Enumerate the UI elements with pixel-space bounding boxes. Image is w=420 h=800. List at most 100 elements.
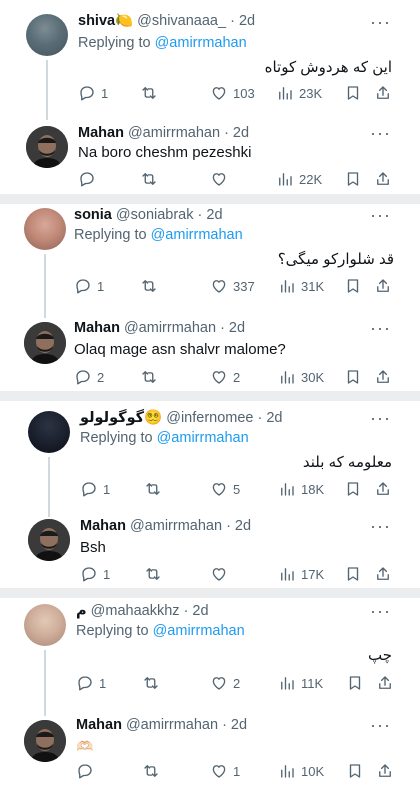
user-name[interactable]: Mahan [80, 518, 126, 534]
more-icon[interactable]: ··· [370, 602, 391, 620]
reply-tweet[interactable]: sonia @soniabrak · 2d ··· Replying to @a… [0, 204, 420, 304]
retweet-button[interactable] [140, 82, 158, 104]
reply-button[interactable]: 1 [80, 478, 110, 500]
views-button[interactable]: 11K [278, 672, 323, 694]
retweet-button[interactable] [140, 275, 158, 297]
bookmark-button[interactable] [344, 366, 362, 388]
user-handle[interactable]: @infernomee [166, 410, 253, 426]
reply-button[interactable] [78, 168, 96, 190]
response-tweet[interactable]: Mahan @amirrmahan · 2d ··· Na boro chesh… [0, 118, 420, 198]
more-icon[interactable]: ··· [370, 13, 391, 31]
reply-button[interactable]: 1 [76, 672, 106, 694]
response-tweet[interactable]: Mahan @amirrmahan · 2d ··· Olaq mage asn… [0, 316, 420, 396]
views-button[interactable]: 31K [278, 275, 324, 297]
response-tweet[interactable]: Mahan @amirrmahan · 2d ··· 🫶🏻 1 10K [0, 714, 420, 800]
bookmark-button[interactable] [346, 672, 364, 694]
avatar[interactable] [28, 411, 70, 453]
like-button[interactable]: 103 [210, 82, 255, 104]
timestamp[interactable]: · 2d [226, 518, 251, 534]
reply-tweet[interactable]: shiva🍋 @shivanaaa_ · 2d ··· Replying to … [0, 0, 420, 104]
share-button[interactable] [374, 82, 392, 104]
user-handle[interactable]: @shivanaaa_ [137, 13, 226, 29]
avatar[interactable] [24, 208, 66, 250]
reply-button[interactable]: 1 [78, 82, 108, 104]
bookmark-button[interactable] [346, 760, 364, 782]
avatar[interactable] [28, 519, 70, 561]
user-name[interactable]: م [76, 603, 87, 619]
more-icon[interactable]: ··· [370, 124, 391, 142]
reply-tweet[interactable]: م @mahaakkhz · 2d ··· Replying to @amirr… [0, 598, 420, 700]
user-handle[interactable]: @amirrmahan [124, 320, 216, 336]
user-handle[interactable]: @amirrmahan [130, 518, 222, 534]
like-button[interactable]: 1 [210, 760, 240, 782]
more-icon[interactable]: ··· [370, 716, 391, 734]
avatar[interactable] [26, 126, 68, 168]
timestamp[interactable]: · 2d [220, 320, 245, 336]
views-button[interactable]: 30K [278, 366, 324, 388]
replying-to-link[interactable]: @amirrmahan [151, 227, 243, 243]
timestamp[interactable]: · 2d [198, 207, 223, 223]
replying-to-link[interactable]: @amirrmahan [157, 430, 249, 446]
more-icon[interactable]: ··· [370, 319, 391, 337]
user-name[interactable]: sonia [74, 207, 112, 223]
response-tweet[interactable]: Mahan @amirrmahan · 2d ··· Bsh 1 17K [0, 513, 420, 591]
like-button[interactable]: 2 [210, 366, 240, 388]
replying-to-link[interactable]: @amirrmahan [155, 35, 247, 51]
user-name[interactable]: shiva🍋 [78, 13, 133, 29]
user-handle[interactable]: @amirrmahan [126, 717, 218, 733]
user-name[interactable]: Mahan [74, 320, 120, 336]
bookmark-button[interactable] [344, 275, 362, 297]
user-name[interactable]: Mahan [78, 125, 124, 141]
timestamp[interactable]: · 2d [224, 125, 249, 141]
user-handle[interactable]: @soniabrak [116, 207, 194, 223]
views-button[interactable]: 23K [276, 82, 322, 104]
share-button[interactable] [374, 168, 392, 190]
bookmark-button[interactable] [344, 82, 362, 104]
reply-button[interactable]: 2 [74, 366, 104, 388]
retweet-button[interactable] [144, 478, 162, 500]
reply-tweet[interactable]: گوگولولو😵‍💫 @infernomee · 2d ··· Replyin… [0, 401, 420, 501]
timestamp[interactable]: · 2d [184, 603, 209, 619]
more-icon[interactable]: ··· [370, 517, 391, 535]
retweet-button[interactable] [142, 672, 160, 694]
timestamp[interactable]: · 2d [230, 13, 255, 29]
reply-button[interactable]: 1 [74, 275, 104, 297]
like-button[interactable]: 2 [210, 672, 240, 694]
like-button[interactable]: 5 [210, 478, 240, 500]
more-icon[interactable]: ··· [370, 206, 391, 224]
avatar[interactable] [24, 604, 66, 646]
reply-button[interactable] [76, 760, 94, 782]
retweet-button[interactable] [140, 366, 158, 388]
like-button[interactable]: 337 [210, 275, 255, 297]
retweet-button[interactable] [140, 168, 158, 190]
user-handle[interactable]: @mahaakkhz [91, 603, 180, 619]
share-button[interactable] [374, 275, 392, 297]
timestamp[interactable]: · 2d [258, 410, 283, 426]
user-name[interactable]: گوگولولو😵‍💫 [80, 410, 162, 426]
share-button[interactable] [376, 672, 394, 694]
share-button[interactable] [374, 478, 392, 500]
reply-button[interactable]: 1 [80, 563, 110, 585]
avatar[interactable] [24, 322, 66, 364]
replying-to-link[interactable]: @amirrmahan [153, 623, 245, 639]
like-button[interactable] [210, 168, 228, 190]
share-button[interactable] [374, 563, 392, 585]
more-icon[interactable]: ··· [370, 409, 391, 427]
avatar[interactable] [24, 720, 66, 762]
retweet-button[interactable] [142, 760, 160, 782]
share-button[interactable] [376, 760, 394, 782]
user-handle[interactable]: @amirrmahan [128, 125, 220, 141]
bookmark-button[interactable] [344, 563, 362, 585]
views-button[interactable]: 10K [278, 760, 324, 782]
views-button[interactable]: 17K [278, 563, 324, 585]
retweet-button[interactable] [144, 563, 162, 585]
bookmark-button[interactable] [344, 478, 362, 500]
share-button[interactable] [374, 366, 392, 388]
like-button[interactable] [210, 563, 228, 585]
timestamp[interactable]: · 2d [222, 717, 247, 733]
views-button[interactable]: 22K [276, 168, 322, 190]
views-button[interactable]: 18K [278, 478, 324, 500]
avatar[interactable] [26, 14, 68, 56]
user-name[interactable]: Mahan [76, 717, 122, 733]
bookmark-button[interactable] [344, 168, 362, 190]
